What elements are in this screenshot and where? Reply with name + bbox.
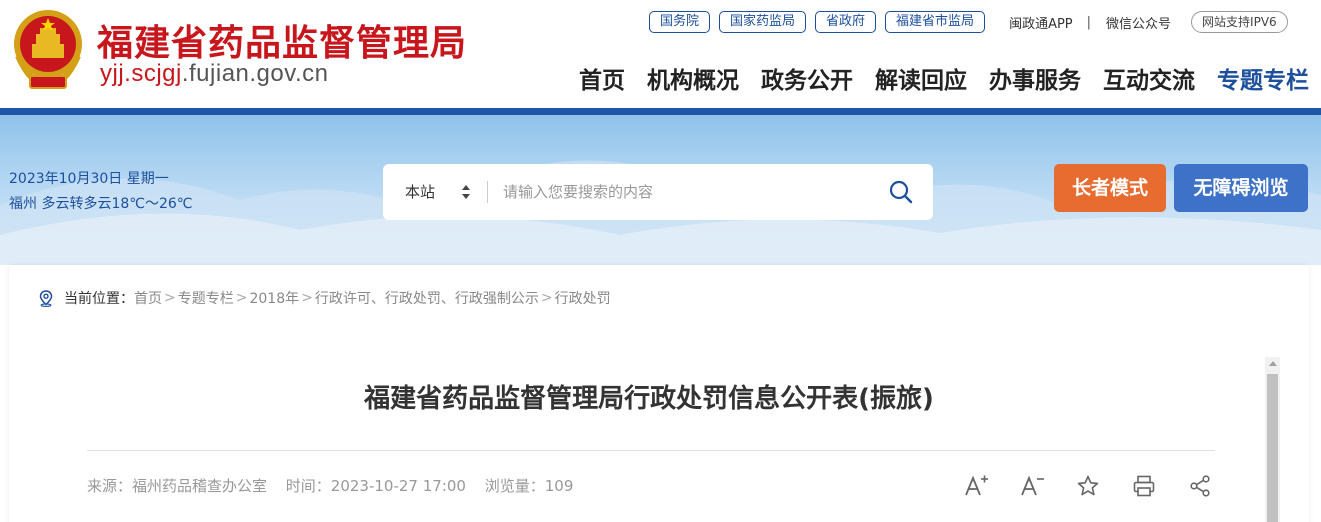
site-domain-suffix: .fujian.gov.cn	[181, 60, 329, 87]
title-divider	[87, 450, 1215, 451]
banner: 2023年10月30日 星期一 福州 多云转多云18℃～26℃ 本站 长者模式 …	[0, 115, 1321, 265]
breadcrumb-home[interactable]: 首页	[134, 288, 162, 308]
nav-home[interactable]: 首页	[579, 61, 625, 95]
site-domain-prefix: yjj.scjgj	[100, 60, 182, 87]
search-icon[interactable]	[888, 179, 914, 205]
content-scrollbar[interactable]	[1265, 357, 1280, 522]
search-divider	[487, 181, 488, 203]
share-icon[interactable]	[1185, 471, 1215, 501]
article-time: 时间：2023-10-27 17:00	[285, 477, 466, 495]
breadcrumb-separator: >	[235, 290, 248, 306]
star-icon[interactable]	[1073, 471, 1103, 501]
font-decrease-icon[interactable]	[1017, 471, 1047, 501]
site-domain[interactable]: yjj.scjgj.fujian.gov.cn	[100, 60, 328, 88]
link-separator: |	[1086, 14, 1092, 30]
nav-services[interactable]: 办事服务	[989, 61, 1081, 95]
location-pin-icon	[37, 289, 55, 307]
top-links: 国务院 国家药监局 省政府 福建省市监局 闽政通APP | 微信公众号 网站支持…	[649, 11, 1288, 33]
breadcrumb: 当前位置： 首页 > 专题专栏 > 2018年 > 行政许可、行政处罚、行政强制…	[37, 287, 611, 309]
breadcrumb-separator: >	[164, 290, 176, 306]
chevron-updown-icon[interactable]	[460, 183, 472, 201]
nav-interaction[interactable]: 互动交流	[1103, 61, 1195, 95]
nav-special-topics[interactable]: 专题专栏	[1217, 61, 1309, 95]
nav-about[interactable]: 机构概况	[647, 61, 739, 95]
date-line: 2023年10月30日 星期一	[9, 171, 169, 187]
app-link[interactable]: 闽政通APP	[1009, 13, 1073, 32]
article-source: 来源：福州药品稽查办公室	[87, 477, 268, 495]
top-link-nmpa[interactable]: 国家药监局	[719, 11, 807, 33]
accessible-browse-button[interactable]: 无障碍浏览	[1174, 164, 1308, 212]
national-emblem-icon	[10, 6, 86, 92]
scrollbar-thumb[interactable]	[1267, 374, 1278, 522]
main-nav: 首页 机构概况 政务公开 解读回应 办事服务 互动交流 专题专栏	[557, 61, 1309, 95]
breadcrumb-admin-disclosure[interactable]: 行政许可、行政处罚、行政强制公示	[315, 288, 539, 308]
font-increase-icon[interactable]	[961, 471, 991, 501]
search-scope-select[interactable]: 本站	[405, 164, 435, 220]
content-card: 当前位置： 首页 > 专题专栏 > 2018年 > 行政许可、行政处罚、行政强制…	[9, 265, 1309, 522]
search-box: 本站	[383, 164, 933, 220]
print-icon[interactable]	[1129, 471, 1159, 501]
elder-mode-button[interactable]: 长者模式	[1054, 164, 1166, 212]
top-link-market-regulation[interactable]: 福建省市监局	[885, 11, 986, 33]
search-input[interactable]	[503, 176, 883, 208]
article-title: 福建省药品监督管理局行政处罚信息公开表(振旅)	[364, 384, 934, 414]
breadcrumb-special-topics[interactable]: 专题专栏	[178, 288, 234, 308]
scroll-up-arrow-icon[interactable]	[1269, 361, 1277, 366]
nav-gov-affairs[interactable]: 政务公开	[761, 61, 853, 95]
breadcrumb-2018[interactable]: 2018年	[249, 288, 299, 308]
ipv6-badge: 网站支持IPV6	[1191, 11, 1288, 33]
breadcrumb-label: 当前位置：	[64, 291, 134, 307]
article-meta: 来源：福州药品稽查办公室 时间：2023-10-27 17:00 浏览量：109	[87, 475, 587, 496]
header-divider-bar	[0, 108, 1321, 115]
breadcrumb-separator: >	[540, 290, 553, 306]
article-tools	[961, 471, 1215, 501]
top-link-provincial-gov[interactable]: 省政府	[815, 11, 877, 33]
breadcrumb-admin-penalty[interactable]: 行政处罚	[555, 288, 611, 308]
weather-info: 2023年10月30日 星期一 福州 多云转多云18℃～26℃	[9, 167, 193, 217]
weather-line: 福州 多云转多云18℃～26℃	[9, 196, 193, 212]
breadcrumb-separator: >	[301, 290, 313, 306]
wechat-link[interactable]: 微信公众号	[1106, 13, 1171, 32]
top-link-state-council[interactable]: 国务院	[649, 11, 711, 33]
article-views: 浏览量：109	[484, 477, 574, 495]
nav-interpretation[interactable]: 解读回应	[875, 61, 967, 95]
site-title[interactable]: 福建省药品监督管理局	[97, 14, 467, 66]
site-header: 福建省药品监督管理局 yjj.scjgj.fujian.gov.cn 国务院 国…	[0, 0, 1321, 108]
